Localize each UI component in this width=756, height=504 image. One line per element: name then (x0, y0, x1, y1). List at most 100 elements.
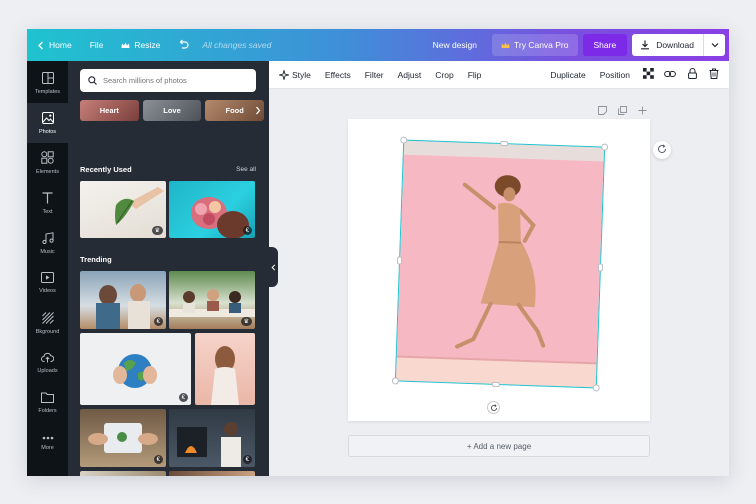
crop-button[interactable]: Crop (428, 61, 460, 89)
rotate-icon (490, 399, 498, 417)
photo-woman-pink-art (211, 346, 239, 405)
chips-next-button[interactable] (250, 100, 266, 121)
file-menu[interactable]: File (81, 29, 113, 61)
trending-photo-globe[interactable]: € (80, 333, 191, 405)
download-icon (640, 40, 650, 50)
selection-border (394, 139, 606, 389)
rail-item-folders[interactable]: Folders (27, 383, 68, 423)
rail-item-more[interactable]: More (27, 423, 68, 463)
rail-item-music[interactable]: Music (27, 223, 68, 263)
photos-icon (41, 111, 54, 126)
trending-photo-woman-pink[interactable] (195, 333, 255, 405)
paid-badge: € (153, 455, 163, 464)
rail-label: Music (40, 248, 55, 255)
recent-photo-hand-leaf[interactable]: ♛ (80, 181, 166, 238)
rail-item-videos[interactable]: Videos (27, 263, 68, 303)
sparkle-icon (279, 69, 289, 80)
rail-label: Bkground (35, 328, 60, 335)
templates-icon (41, 71, 54, 86)
save-status: All changes saved (202, 40, 272, 50)
rail-label: Folders (38, 408, 57, 414)
see-all-link[interactable]: See all (236, 166, 256, 173)
try-pro-label: Try Canva Pro (514, 40, 569, 50)
resize-handle-top-right[interactable] (601, 143, 609, 151)
page-note-button[interactable] (592, 104, 612, 118)
style-button[interactable]: Style (269, 61, 318, 89)
rail-label: Uploads (37, 368, 58, 374)
rail-label: Templates (34, 88, 61, 95)
resize-handle-bottom[interactable] (491, 381, 500, 388)
flip-button[interactable]: Flip (461, 61, 489, 89)
rail-label: More (41, 444, 54, 451)
rail-item-templates[interactable]: Templates (27, 63, 68, 103)
share-button[interactable]: Share (582, 34, 628, 56)
rail-item-uploads[interactable]: Uploads (27, 343, 68, 383)
duplicate-button[interactable]: Duplicate (543, 61, 592, 89)
link-button[interactable] (659, 61, 681, 89)
download-group: Download (632, 34, 725, 56)
refresh-button[interactable] (653, 141, 671, 159)
search-input[interactable] (103, 76, 243, 85)
resize-button[interactable]: Resize (112, 29, 169, 61)
rotate-handle[interactable] (487, 401, 500, 414)
style-label: Style (292, 69, 311, 80)
top-bar: Home File Resize All changes saved New d… (27, 29, 729, 61)
lock-button[interactable] (681, 61, 703, 89)
trending-photo-partial-2[interactable] (169, 471, 255, 476)
chevron-right-icon (255, 102, 261, 120)
recently-used-title: Recently Used (80, 165, 132, 174)
recent-photo-woman-flowers[interactable]: € (169, 181, 255, 238)
delete-button[interactable] (703, 61, 725, 89)
videos-icon (41, 272, 54, 285)
undo-button[interactable] (169, 29, 198, 61)
resize-handle-top[interactable] (500, 140, 509, 147)
try-canva-pro-button[interactable]: Try Canva Pro (492, 34, 578, 56)
category-chips: Heart Love Food (80, 100, 268, 121)
rail-item-elements[interactable]: Elements (27, 143, 68, 183)
rail-item-background[interactable]: Bkground (27, 303, 68, 343)
download-options-button[interactable] (703, 34, 725, 56)
premium-badge: ♛ (240, 317, 252, 326)
trending-photo-fireplace[interactable]: € (169, 409, 255, 467)
page-duplicate-button[interactable] (612, 104, 632, 118)
trending-photo-kitchen[interactable]: € (80, 271, 166, 329)
chip-heart[interactable]: Heart (80, 100, 139, 121)
search-box[interactable] (80, 69, 256, 92)
editor-window: Home File Resize All changes saved New d… (27, 29, 729, 476)
page-add-button[interactable] (632, 104, 652, 118)
download-button[interactable]: Download (632, 34, 703, 56)
trending-photo-partial-1[interactable] (80, 471, 166, 476)
position-button[interactable]: Position (593, 61, 637, 89)
resize-handle-right[interactable] (597, 263, 604, 272)
add-page-button[interactable]: + Add a new page (348, 435, 650, 457)
music-icon (41, 231, 54, 246)
folders-icon (41, 392, 54, 405)
home-button[interactable]: Home (27, 29, 81, 61)
trending-photo-dinner[interactable]: ♛ (169, 271, 255, 329)
resize-handle-bottom-right[interactable] (592, 384, 600, 392)
new-design-button[interactable]: New design (424, 29, 486, 61)
collapse-panel-button[interactable] (269, 247, 278, 287)
rail-item-text[interactable]: Text (27, 183, 68, 223)
resize-handle-left[interactable] (396, 256, 403, 265)
editor-toolbar: Style Effects Filter Adjust Crop Flip Du… (269, 61, 729, 89)
rail-item-photos[interactable]: Photos (27, 103, 68, 143)
chip-love[interactable]: Love (142, 100, 202, 121)
paid-badge: € (242, 226, 252, 235)
transparency-button[interactable] (637, 61, 659, 89)
paid-badge: € (242, 455, 252, 464)
filter-button[interactable]: Filter (358, 61, 391, 89)
photo-globe-art (113, 354, 157, 388)
design-page[interactable] (348, 119, 650, 421)
crown-icon (501, 42, 510, 49)
effects-button[interactable]: Effects (318, 61, 358, 89)
search-icon (88, 76, 97, 85)
icon-rail: Templates Photos Elements Text Music Vid… (27, 61, 68, 476)
trending-photo-sink[interactable]: € (80, 409, 166, 467)
resize-handle-bottom-left[interactable] (391, 377, 399, 385)
page-tools (592, 104, 652, 118)
chevron-left-icon (37, 41, 45, 50)
selected-photo[interactable] (391, 136, 609, 392)
adjust-button[interactable]: Adjust (391, 61, 429, 89)
rail-label: Elements (36, 169, 59, 175)
